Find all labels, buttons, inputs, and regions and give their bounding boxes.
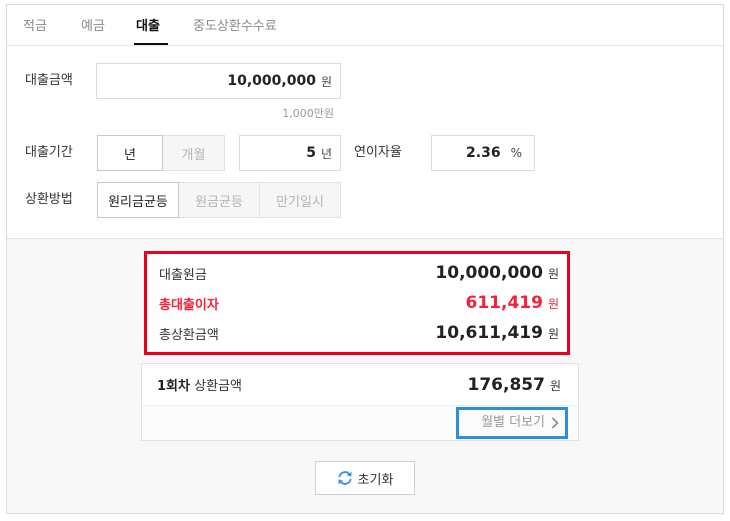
loan-period-label: 대출기간 <box>25 145 73 160</box>
period-unit-month[interactable]: 개월 <box>162 135 225 171</box>
tab-savings[interactable]: 적금 <box>23 18 47 36</box>
loan-amount-unit: 원 <box>320 74 332 89</box>
interest-rate-input[interactable]: 2.36 % <box>431 135 535 171</box>
reset-button[interactable]: 초기화 <box>315 461 415 495</box>
repayment-method-label: 상환방법 <box>25 192 73 207</box>
loan-period-input[interactable]: 5 년 <box>239 135 341 171</box>
loan-period-unit: 년 <box>320 146 332 161</box>
installment-value: 176,857 <box>467 374 545 395</box>
interest-rate-label: 연이자율 <box>354 145 402 160</box>
highlight-box-blue <box>456 407 568 439</box>
reset-label: 초기화 <box>357 472 394 488</box>
loan-amount-input[interactable]: 10,000,000 원 <box>96 63 341 99</box>
tab-loan[interactable]: 대출 <box>136 18 160 36</box>
method-equal-principal[interactable]: 원금균등 <box>178 182 260 218</box>
loan-amount-helper: 1,000만원 <box>282 107 334 120</box>
tab-divider <box>7 45 723 46</box>
method-equal-payment[interactable]: 원리금균등 <box>97 182 179 218</box>
period-unit-year[interactable]: 년 <box>97 135 163 171</box>
loan-amount-value: 10,000,000 <box>227 73 316 89</box>
refresh-icon <box>337 470 353 486</box>
installment-unit: 원 <box>549 378 561 393</box>
loan-period-value: 5 <box>306 145 316 161</box>
tab-prepayment-fee[interactable]: 중도상환수수료 <box>193 18 277 36</box>
highlight-box-red <box>144 251 570 355</box>
interest-rate-value: 2.36 <box>466 145 501 161</box>
tab-deposit[interactable]: 예금 <box>81 18 105 36</box>
interest-rate-unit: % <box>510 146 522 160</box>
installment-number: 1회차 <box>157 379 190 394</box>
loan-calculator-panel: 적금 예금 대출 중도상환수수료 대출금액 10,000,000 원 1,000… <box>6 4 724 514</box>
installment-label: 상환금액 <box>194 379 242 394</box>
method-bullet[interactable]: 만기일시 <box>259 182 341 218</box>
loan-amount-label: 대출금액 <box>25 73 73 88</box>
installment-row: 1회차 상환금액 176,857 원 <box>142 364 578 405</box>
